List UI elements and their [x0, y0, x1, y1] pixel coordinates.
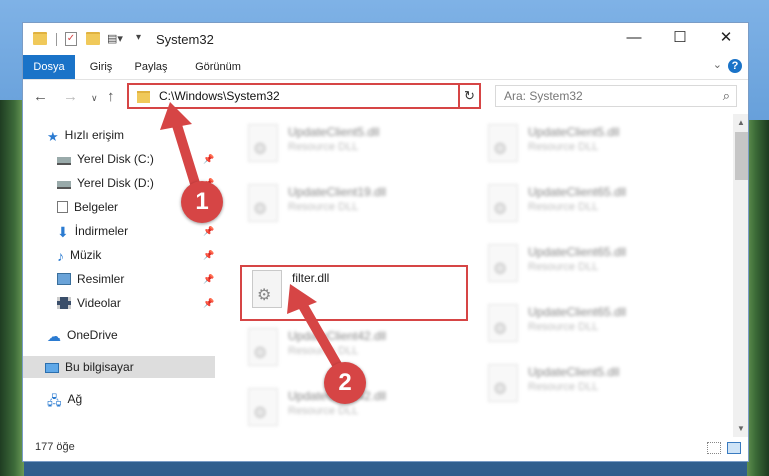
sidebar-item-videos[interactable]: Videolar	[57, 292, 121, 314]
back-button[interactable]: ←	[33, 88, 48, 105]
file-explorer-window: ✓ ▤▾ ▾ System32 — ☐ ✕ Dosya Giriş Paylaş…	[22, 22, 749, 462]
tab-home[interactable]: Giriş	[81, 55, 121, 79]
dll-file-icon	[248, 124, 278, 162]
sidebar-item-network[interactable]: 🖧 Ağ	[47, 388, 82, 410]
sidebar-item-pictures[interactable]: Resimler	[57, 268, 124, 290]
dll-file-icon	[248, 328, 278, 366]
cloud-icon: ☁	[47, 328, 61, 344]
maximize-button[interactable]: ☐	[657, 23, 703, 53]
sidebar-item-this-pc[interactable]: Bu bilgisayar	[23, 356, 215, 378]
ribbon-tabs: Dosya Giriş Paylaş Görünüm ⌄ ?	[23, 55, 748, 80]
new-folder-icon[interactable]	[86, 32, 100, 45]
sidebar-item-local-disk-d[interactable]: Yerel Disk (D:)	[57, 172, 154, 194]
large-icons-view-icon[interactable]	[727, 442, 741, 454]
item-count: 177 öğe	[35, 441, 75, 453]
pin-icon[interactable]: 📌	[203, 226, 214, 237]
search-icon: ⌕	[722, 88, 730, 103]
scroll-up-icon[interactable]: ▲	[737, 118, 745, 127]
drive-icon	[57, 157, 71, 165]
file-item[interactable]: UpdateClient19.dll Resource DLL	[238, 182, 468, 232]
recent-locations-button[interactable]: ∨	[91, 93, 98, 104]
sidebar-item-downloads[interactable]: ⬇ İndirmeler	[57, 220, 128, 242]
dll-file-icon	[488, 304, 518, 342]
dll-file-icon	[248, 184, 278, 222]
tab-share[interactable]: Paylaş	[129, 55, 173, 79]
file-item[interactable]: UpdateClient65.dll Resource DLL	[478, 302, 708, 352]
search-input[interactable]: Ara: System32	[504, 89, 583, 103]
download-icon: ⬇	[57, 224, 69, 240]
file-item[interactable]: UpdateClient65.dll Resource DLL	[478, 182, 708, 232]
documents-icon	[57, 201, 68, 213]
computer-icon	[45, 363, 59, 373]
address-path[interactable]: C:\Windows\System32	[159, 89, 280, 103]
sidebar-item-onedrive[interactable]: ☁ OneDrive	[47, 324, 118, 346]
file-item[interactable]: UpdateClient65.dll Resource DLL	[478, 242, 708, 292]
sidebar-item-quick-access[interactable]: ★ Hızlı erişim	[47, 124, 124, 146]
sidebar-item-music[interactable]: ♪ Müzik	[57, 244, 101, 266]
pin-icon[interactable]: 📌	[203, 154, 214, 165]
folder-icon	[33, 32, 47, 45]
network-icon: 🖧	[47, 393, 62, 408]
file-item[interactable]: UpdateClient5.dll Resource DLL	[478, 122, 708, 172]
address-bar[interactable]: C:\Windows\System32 ⌄	[127, 83, 481, 109]
pictures-icon	[57, 273, 71, 285]
scroll-down-icon[interactable]: ▼	[737, 424, 745, 433]
quick-access-dropdown-icon[interactable]: ▾	[136, 32, 141, 48]
pin-icon[interactable]: 📌	[203, 274, 214, 285]
expand-ribbon-icon[interactable]: ⌄	[713, 58, 722, 71]
file-list: UpdateClient5.dll Resource DLL UpdateCli…	[216, 114, 733, 437]
refresh-button[interactable]: ↻	[458, 83, 481, 109]
minimize-button[interactable]: —	[611, 23, 657, 53]
close-button[interactable]: ✕	[703, 23, 748, 53]
help-icon[interactable]: ?	[728, 59, 742, 73]
navigation-pane: ★ Hızlı erişim Yerel Disk (C:) 📌 Yerel Di…	[23, 114, 216, 437]
file-item[interactable]: UpdateClient5.dll Resource DLL	[478, 362, 708, 412]
folder-icon	[137, 91, 150, 103]
window-title: System32	[156, 32, 214, 47]
sidebar-item-local-disk-c[interactable]: Yerel Disk (C:)	[57, 148, 154, 170]
title-bar: ✓ ▤▾ ▾ System32 — ☐ ✕	[23, 23, 748, 55]
tab-file[interactable]: Dosya	[23, 55, 75, 79]
file-item[interactable]: UpdateClient5.dll Resource DLL	[238, 122, 468, 172]
navigation-bar: ← → ∨ ↑ C:\Windows\System32 ⌄ ↻ Ara: Sys…	[23, 80, 748, 114]
search-box[interactable]: Ara: System32 ⌕	[495, 85, 737, 107]
vertical-scrollbar[interactable]: ▲ ▼	[733, 114, 748, 437]
customize-toolbar-icon[interactable]: ▤▾	[107, 32, 123, 48]
details-view-icon[interactable]	[707, 442, 721, 454]
pin-icon[interactable]: 📌	[203, 250, 214, 261]
dll-file-icon	[488, 244, 518, 282]
status-bar: 177 öğe	[23, 437, 748, 461]
forward-button[interactable]: →	[63, 88, 78, 105]
step-1-badge: 1	[181, 181, 223, 223]
star-icon: ★	[47, 129, 59, 144]
drive-icon	[57, 181, 71, 189]
filter-dll-highlight	[240, 265, 468, 321]
dll-file-icon	[248, 388, 278, 426]
properties-icon[interactable]: ✓	[65, 32, 77, 46]
music-icon: ♪	[57, 248, 64, 264]
dll-file-icon	[488, 184, 518, 222]
pin-icon[interactable]: 📌	[203, 298, 214, 309]
videos-icon	[57, 297, 71, 309]
up-button[interactable]: ↑	[107, 88, 115, 105]
sidebar-item-documents[interactable]: Belgeler	[57, 196, 118, 218]
dll-file-icon	[488, 364, 518, 402]
wallpaper-trees-left	[0, 100, 24, 476]
wallpaper-trees-right	[747, 120, 769, 476]
tab-view[interactable]: Görünüm	[189, 55, 247, 79]
dll-file-icon	[488, 124, 518, 162]
step-2-badge: 2	[324, 362, 366, 404]
title-separator	[56, 33, 57, 46]
scrollbar-thumb[interactable]	[735, 132, 748, 180]
